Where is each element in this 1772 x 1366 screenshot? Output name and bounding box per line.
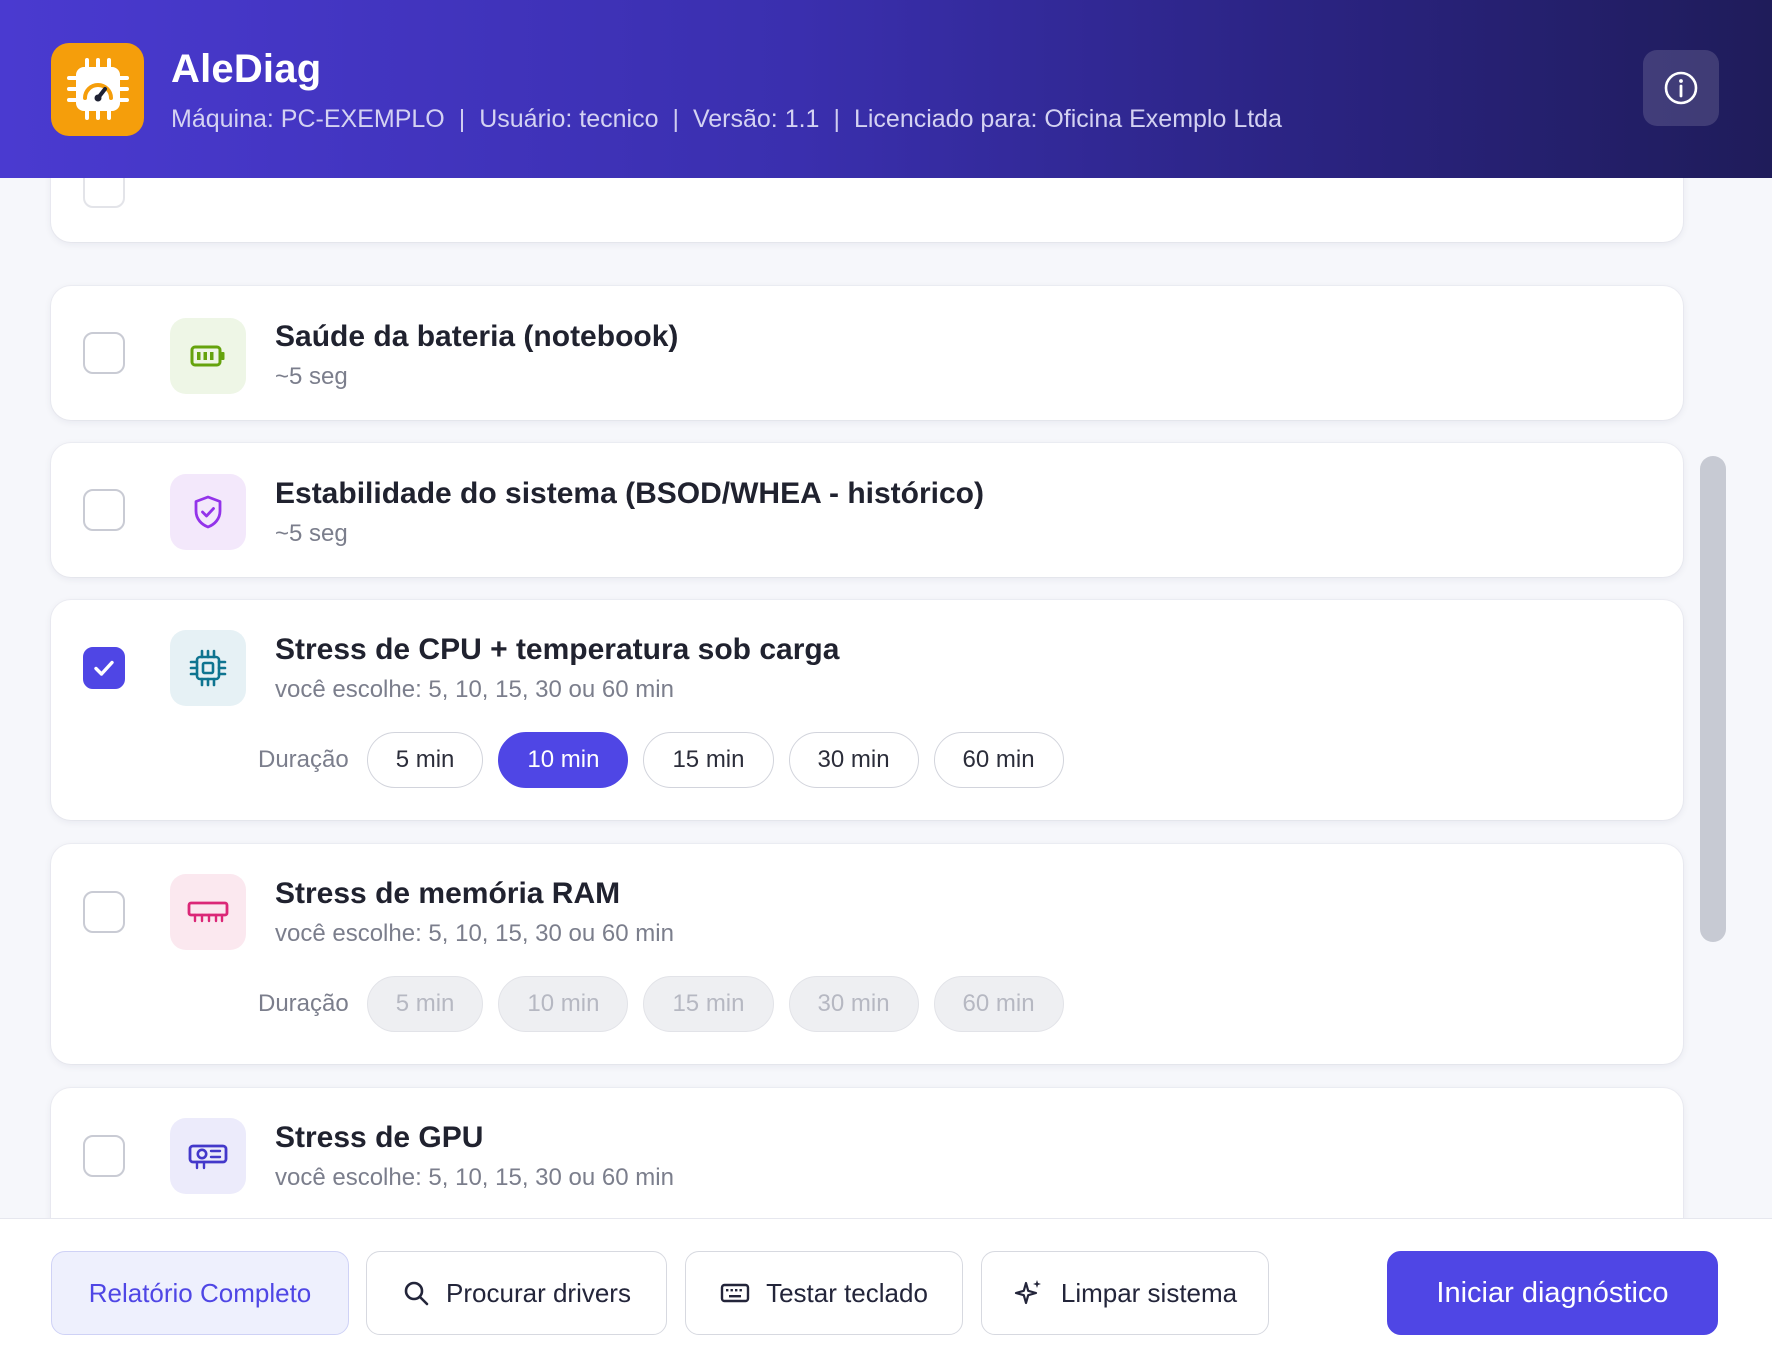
duration-option-60[interactable]: 60 min: [933, 976, 1064, 1032]
user-name: Usuário: tecnico: [479, 104, 659, 133]
info-button[interactable]: [1643, 50, 1719, 126]
clean-system-button[interactable]: Limpar sistema: [981, 1251, 1269, 1335]
test-card-stability[interactable]: Estabilidade do sistema (BSOD/WHEA - his…: [51, 443, 1683, 577]
cpu-icon: [170, 630, 246, 706]
test-duration-estimate: você escolhe: 5, 10, 15, 30 ou 60 min: [275, 920, 674, 947]
test-checkbox-gpu-stress[interactable]: [83, 1135, 125, 1177]
duration-selector: Duração 5 min 10 min 15 min 30 min 60 mi…: [258, 976, 1079, 1032]
test-duration-estimate: você escolhe: 5, 10, 15, 30 ou 60 min: [275, 1164, 674, 1191]
test-card-gpu-stress[interactable]: Stress de GPU você escolhe: 5, 10, 15, 3…: [51, 1088, 1683, 1218]
test-title: Saúde da bateria (notebook): [275, 320, 679, 353]
test-card-battery[interactable]: Saúde da bateria (notebook) ~5 seg: [51, 286, 1683, 420]
info-icon: [1664, 71, 1698, 105]
duration-option-60[interactable]: 60 min: [933, 732, 1064, 788]
duration-option-5[interactable]: 5 min: [366, 976, 484, 1032]
duration-option-15[interactable]: 15 min: [643, 976, 774, 1032]
full-report-label: Relatório Completo: [88, 1277, 312, 1308]
battery-icon: [170, 318, 246, 394]
test-card-partial: [51, 178, 1683, 242]
full-report-button[interactable]: Relatório Completo: [51, 1251, 349, 1335]
test-duration-estimate: você escolhe: 5, 10, 15, 30 ou 60 min: [275, 676, 674, 703]
chip-gauge-icon: [51, 42, 144, 136]
test-duration-estimate: ~5 seg: [275, 363, 348, 390]
test-checkbox[interactable]: [83, 178, 125, 208]
gpu-icon: [170, 1118, 246, 1194]
scrollbar-thumb[interactable]: [1700, 456, 1726, 942]
action-bar: Relatório Completo Procurar drivers Test…: [0, 1218, 1772, 1366]
test-card-cpu-stress[interactable]: Stress de CPU + temperatura sob carga vo…: [51, 600, 1683, 820]
start-diagnosis-button[interactable]: Iniciar diagnóstico: [1387, 1251, 1718, 1335]
start-diagnosis-label: Iniciar diagnóstico: [1436, 1276, 1669, 1309]
sparkles-icon: [1013, 1277, 1045, 1309]
memory-icon: [170, 874, 246, 950]
test-checkbox-ram-stress[interactable]: [83, 891, 125, 933]
test-list[interactable]: Saúde da bateria (notebook) ~5 seg Estab…: [0, 178, 1772, 1218]
meta-separator: |: [833, 104, 840, 133]
test-checkbox-cpu-stress[interactable]: [83, 647, 125, 689]
meta-separator: |: [672, 104, 679, 133]
machine-info: Máquina: PC-EXEMPLO | Usuário: tecnico |…: [171, 105, 1282, 134]
search-drivers-label: Procurar drivers: [446, 1277, 631, 1308]
duration-option-5[interactable]: 5 min: [366, 732, 484, 788]
app-title: AleDiag: [171, 46, 322, 91]
duration-selector: Duração 5 min 10 min 15 min 30 min 60 mi…: [258, 732, 1079, 788]
clean-system-label: Limpar sistema: [1060, 1277, 1238, 1308]
duration-option-10[interactable]: 10 min: [498, 976, 629, 1032]
keyboard-icon: [720, 1281, 750, 1305]
test-checkbox-stability[interactable]: [83, 489, 125, 531]
duration-option-30[interactable]: 30 min: [788, 732, 919, 788]
machine-name: Máquina: PC-EXEMPLO: [171, 104, 445, 133]
license-info: Licenciado para: Oficina Exemplo Ltda: [853, 104, 1282, 133]
test-title: Stress de CPU + temperatura sob carga: [275, 633, 840, 666]
test-keyboard-label: Testar teclado: [766, 1277, 928, 1308]
duration-option-15[interactable]: 15 min: [643, 732, 774, 788]
test-checkbox-battery[interactable]: [83, 332, 125, 374]
duration-label: Duração: [258, 990, 349, 1017]
test-title: Stress de memória RAM: [275, 877, 621, 910]
meta-separator: |: [458, 104, 466, 133]
test-keyboard-button[interactable]: Testar teclado: [685, 1251, 963, 1335]
shield-check-icon: [170, 474, 246, 550]
search-drivers-button[interactable]: Procurar drivers: [366, 1251, 667, 1335]
test-title: Stress de GPU: [275, 1121, 484, 1154]
duration-option-10[interactable]: 10 min: [498, 732, 629, 788]
test-duration-estimate: ~5 seg: [275, 520, 348, 547]
duration-option-30[interactable]: 30 min: [788, 976, 919, 1032]
app-version: Versão: 1.1: [692, 104, 820, 133]
test-card-ram-stress[interactable]: Stress de memória RAM você escolhe: 5, 1…: [51, 844, 1683, 1064]
checkmark-icon: [94, 660, 114, 676]
test-title: Estabilidade do sistema (BSOD/WHEA - his…: [275, 477, 984, 510]
search-icon: [402, 1279, 430, 1307]
app-header: AleDiag Máquina: PC-EXEMPLO | Usuário: t…: [0, 0, 1772, 178]
duration-label: Duração: [258, 746, 349, 773]
